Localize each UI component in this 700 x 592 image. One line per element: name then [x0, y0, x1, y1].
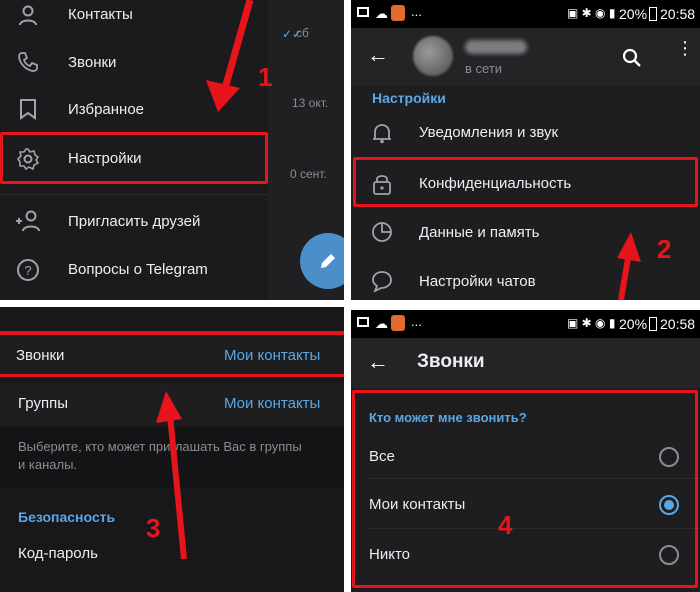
highlight-frame [0, 132, 268, 184]
signal-icons: ▣ ✱ ◉ ▮ [567, 6, 616, 20]
add-person-icon [16, 210, 40, 232]
step-number: 2 [657, 234, 672, 264]
menu-item-label: Вопросы о Telegram [68, 261, 208, 278]
settings-panel: ☁ ... ▣ ✱ ◉ ▮ 20% 20:58 ← в сети ⋮ Настр… [351, 0, 700, 300]
online-status: в сети [465, 61, 503, 76]
clock-icon [372, 222, 392, 242]
chat-date: 0 сент. [290, 167, 327, 181]
highlight-frame [352, 390, 698, 588]
menu-item-label: Пригласить друзей [68, 213, 201, 230]
pencil-icon [321, 254, 335, 268]
person-icon [19, 5, 37, 26]
hint-line: и каналы. [18, 457, 78, 472]
more-notifications-icon: ... [411, 314, 422, 329]
section-title: Настройки [372, 90, 446, 106]
step-number: 1 [258, 62, 273, 92]
highlight-frame [353, 157, 698, 207]
settings-item-label: Настройки чатов [419, 273, 536, 290]
bell-icon [373, 124, 391, 144]
row-label: Группы [18, 395, 68, 412]
chat-date: 13 окт. [292, 96, 329, 110]
more-notifications-icon: ... [411, 4, 422, 19]
signal-icons: ▣ ✱ ◉ ▮ [567, 316, 616, 330]
red-arrow [206, 0, 254, 112]
settings-item-label: Уведомления и звук [419, 124, 559, 141]
battery-icon [649, 317, 657, 331]
chat-list-background: сб ✓✓ 13 окт. 0 сент. [268, 0, 344, 300]
highlight-frame [0, 331, 344, 377]
settings-item-label: Данные и память [419, 224, 540, 241]
battery-level: 20% [619, 6, 648, 22]
drawer-menu-panel: сб ✓✓ 13 окт. 0 сент. Контакты Звонки Из… [0, 0, 344, 300]
svg-text:?: ? [24, 263, 31, 278]
app-bar: ← в сети ⋮ [351, 28, 700, 86]
app-notification-icon [391, 5, 405, 21]
status-bar: ☁ ... ▣ ✱ ◉ ▮ 20% 20:58 [351, 0, 700, 28]
blurred-name [465, 40, 527, 54]
menu-item-faq[interactable]: ? Вопросы о Telegram [0, 248, 268, 292]
avatar[interactable] [413, 36, 453, 76]
clock: 20:58 [660, 316, 696, 332]
menu-item-invite-friends[interactable]: Пригласить друзей [0, 200, 268, 244]
menu-item-label: Контакты [68, 6, 133, 23]
gallery-icon [357, 7, 369, 17]
back-arrow-icon[interactable]: ← [367, 42, 389, 68]
search-icon[interactable] [622, 48, 642, 68]
menu-item-label: Звонки [68, 54, 117, 71]
row-label: Код-пароль [18, 545, 98, 562]
clock: 20:58 [660, 6, 696, 22]
bookmark-icon [20, 99, 36, 120]
back-arrow-icon[interactable]: ← [367, 349, 389, 375]
privacy-panel: Звонки Мои контакты Группы Мои контакты … [0, 307, 344, 592]
app-notification-icon [391, 315, 405, 331]
red-arrow [617, 232, 641, 300]
phone-icon [18, 52, 38, 72]
step-number: 4 [498, 510, 513, 540]
calls-privacy-panel: ☁ ... ▣ ✱ ◉ ▮ 20% 20:58 ← Звонки Кто мож… [351, 310, 700, 592]
step-number: 3 [146, 513, 161, 543]
double-check-icon: ✓✓ [282, 27, 303, 41]
gallery-icon [357, 317, 369, 327]
battery-icon [649, 7, 657, 21]
chat-bubble-icon [372, 271, 392, 292]
cloud-icon: ☁ [375, 316, 388, 331]
app-bar: ← Звонки [351, 338, 700, 388]
divider [0, 194, 268, 195]
overflow-menu-icon[interactable]: ⋮ [676, 39, 694, 57]
status-bar: ☁ ... ▣ ✱ ◉ ▮ 20% 20:58 [351, 310, 700, 338]
help-icon: ? [17, 259, 39, 281]
battery-level: 20% [619, 316, 648, 332]
section-title: Безопасность [18, 509, 116, 525]
page-title: Звонки [417, 351, 485, 372]
cloud-icon: ☁ [375, 6, 388, 21]
compose-fab[interactable] [300, 233, 344, 289]
menu-item-label: Избранное [68, 101, 145, 118]
row-value: Мои контакты [224, 395, 321, 412]
settings-item-notifications[interactable]: Уведомления и звук [351, 110, 700, 156]
